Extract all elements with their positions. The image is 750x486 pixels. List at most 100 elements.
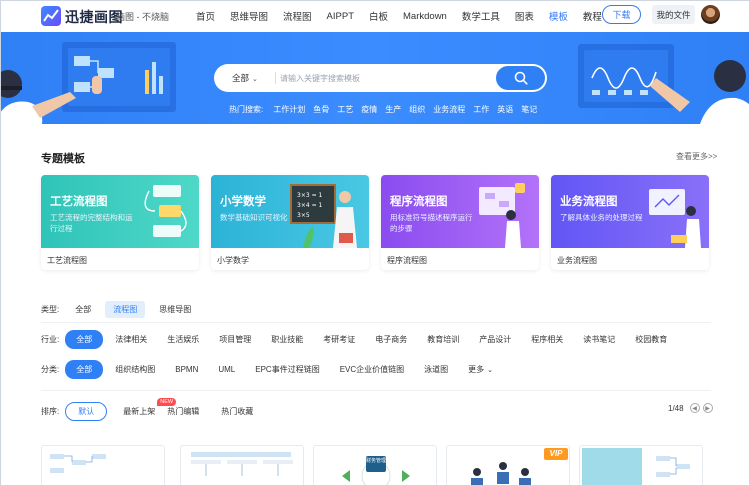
vip-badge: VIP	[549, 449, 563, 458]
card-title: 业务流程图	[560, 196, 618, 208]
topic-card-math[interactable]: 3×3 = 1 3×4 = 1 3×5 小学数学 数学基础知识可视化 小学数学	[211, 175, 369, 270]
nav-flowchart[interactable]: 流程图	[283, 9, 312, 23]
card-title: 工艺流程图	[50, 196, 108, 208]
nav-tutorials[interactable]: 教程	[583, 9, 602, 23]
hot-search-item[interactable]: 疫情	[361, 104, 377, 115]
hot-search-item[interactable]: 组织	[409, 104, 425, 115]
card-desc: 用标准符号描述程序运行的步骤	[390, 213, 473, 233]
card-label: 小学数学	[217, 256, 249, 265]
sort-option-newest[interactable]: 最新上架 NEW	[123, 397, 177, 417]
search-input[interactable]	[280, 69, 490, 87]
template-card[interactable]	[579, 445, 703, 486]
filter-type: 类型: 全部 流程图 思维导图	[41, 300, 199, 318]
filter-option[interactable]: EVC企业价值链图	[332, 361, 412, 378]
user-avatar[interactable]	[701, 5, 720, 24]
banner-illustration-left	[0, 42, 176, 124]
card-label: 程序流程图	[387, 256, 427, 265]
nav-whiteboard[interactable]: 白板	[369, 9, 388, 23]
hot-search-item[interactable]: 英语	[497, 104, 513, 115]
nav-home[interactable]: 首页	[196, 9, 215, 23]
chevron-down-icon: ⌄	[487, 366, 494, 374]
template-card[interactable]: VIP	[446, 445, 570, 486]
pagination: 1/48 ◀ ▶	[668, 403, 713, 413]
filter-option[interactable]: 全部	[67, 301, 99, 318]
svg-text:3×4 = 1: 3×4 = 1	[297, 202, 323, 209]
card-desc: 工艺流程的完整结构和运行过程	[50, 213, 133, 233]
svg-text:3×3 = 1: 3×3 = 1	[297, 192, 323, 199]
my-files-button[interactable]: 我的文件	[652, 5, 695, 24]
hot-search-item[interactable]: 生产	[385, 104, 401, 115]
filter-option[interactable]: 法律相关	[107, 331, 155, 348]
hot-search: 热门搜索: 工作计划 鱼骨 工艺 疫情 生产 组织 业务流程 工作 英语 笔记	[229, 103, 545, 115]
filter-option[interactable]: 电子商务	[367, 331, 415, 348]
filter-option[interactable]: 校园教育	[627, 331, 675, 348]
hot-search-item[interactable]: 笔记	[521, 104, 537, 115]
template-card[interactable]	[41, 445, 165, 486]
search-scope-select[interactable]: 全部 ⌄	[232, 72, 258, 84]
card-label: 业务流程图	[557, 256, 597, 265]
sort-option[interactable]: 热门编辑	[167, 406, 199, 417]
hot-search-item[interactable]: 工作计划	[273, 104, 305, 115]
sort-option[interactable]: 热门收藏	[221, 406, 253, 417]
filter-option[interactable]: 教育培训	[419, 331, 467, 348]
hot-search-item[interactable]: 鱼骨	[313, 104, 329, 115]
hot-search-label: 热门搜索:	[229, 104, 264, 114]
hot-search-item[interactable]: 工作	[473, 104, 489, 115]
card-desc: 数学基础知识可视化	[220, 213, 288, 222]
see-more-link[interactable]: 查看更多>>	[676, 151, 717, 162]
nav-aippt[interactable]: AIPPT	[327, 11, 354, 22]
nav-templates[interactable]: 模板	[549, 9, 568, 23]
divider	[41, 322, 711, 323]
topic-card-process[interactable]: 工艺流程图 工艺流程的完整结构和运行过程 工艺流程图	[41, 175, 199, 270]
main-nav: 首页 思维导图 流程图 AIPPT 白板 Markdown 数学工具 图表 模板…	[196, 0, 602, 32]
filter-option[interactable]: 职业技能	[263, 331, 311, 348]
search-box: 全部 ⌄	[214, 64, 547, 92]
prev-page-icon[interactable]: ◀	[689, 403, 700, 413]
download-button[interactable]: 下载	[602, 5, 641, 24]
search-button[interactable]	[495, 65, 546, 91]
filter-option[interactable]: 项目管理	[211, 331, 259, 348]
banner-illustration-right	[578, 44, 750, 124]
filter-category: 分类: 全部 组织结构图 BPMN UML EPC事件过程链图 EVC企业价值链…	[41, 359, 501, 379]
filter-industry: 行业: 全部 法律相关 生活娱乐 项目管理 职业技能 考研考证 电子商务 教育培…	[41, 329, 675, 349]
hot-search-item[interactable]: 工艺	[337, 104, 353, 115]
brand-name[interactable]: 迅捷画图	[65, 7, 123, 27]
filter-option[interactable]: 考研考证	[315, 331, 363, 348]
filter-option[interactable]: 程序相关	[523, 331, 571, 348]
filter-option[interactable]: UML	[210, 362, 243, 377]
template-card[interactable]: 财务管理	[313, 445, 437, 486]
nav-math-tools[interactable]: 数学工具	[462, 9, 500, 23]
card-title: 小学数学	[220, 196, 266, 208]
topic-card-business[interactable]: 业务流程图 了解具体业务的处理过程 业务流程图	[551, 175, 709, 270]
filter-option[interactable]: EPC事件过程链图	[247, 361, 327, 378]
hot-search-item[interactable]: 业务流程	[433, 104, 465, 115]
nav-charts[interactable]: 图表	[515, 9, 534, 23]
more-dropdown[interactable]: 更多 ⌄	[460, 361, 501, 378]
filter-option[interactable]: 泳道图	[416, 361, 456, 378]
card-title: 程序流程图	[390, 196, 448, 208]
section-title: 专题模板	[41, 153, 85, 165]
logo-icon[interactable]	[41, 6, 61, 26]
template-card[interactable]	[180, 445, 304, 486]
sort-bar: 排序: 默认 最新上架 NEW 热门编辑 热门收藏	[41, 397, 253, 421]
chevron-down-icon: ⌄	[252, 76, 258, 83]
next-page-icon[interactable]: ▶	[702, 403, 713, 413]
filter-option[interactable]: 思维导图	[151, 301, 199, 318]
filter-option[interactable]: 读书笔记	[575, 331, 623, 348]
card-desc: 了解具体业务的处理过程	[560, 213, 643, 222]
filter-option[interactable]: 生活娱乐	[159, 331, 207, 348]
nav-markdown[interactable]: Markdown	[403, 11, 447, 22]
filter-option-selected[interactable]: 全部	[65, 329, 104, 349]
sort-option-selected[interactable]: 默认	[65, 401, 108, 421]
filter-option-selected[interactable]: 流程图	[105, 300, 146, 318]
topic-card-program[interactable]: 程序流程图 用标准符号描述程序运行的步骤 程序流程图	[381, 175, 539, 270]
filter-option[interactable]: BPMN	[167, 362, 206, 377]
new-badge: NEW	[157, 397, 177, 406]
card-label: 工艺流程图	[47, 256, 87, 265]
template-thumbnail	[342, 456, 410, 486]
filter-option[interactable]: 产品设计	[471, 331, 519, 348]
filter-option-selected[interactable]: 全部	[65, 359, 104, 379]
nav-mindmap[interactable]: 思维导图	[230, 9, 268, 23]
filter-option[interactable]: 组织结构图	[107, 361, 163, 378]
top-header: 迅捷画图 脑图 - 不烧脑 首页 思维导图 流程图 AIPPT 白板 Markd…	[0, 0, 750, 32]
